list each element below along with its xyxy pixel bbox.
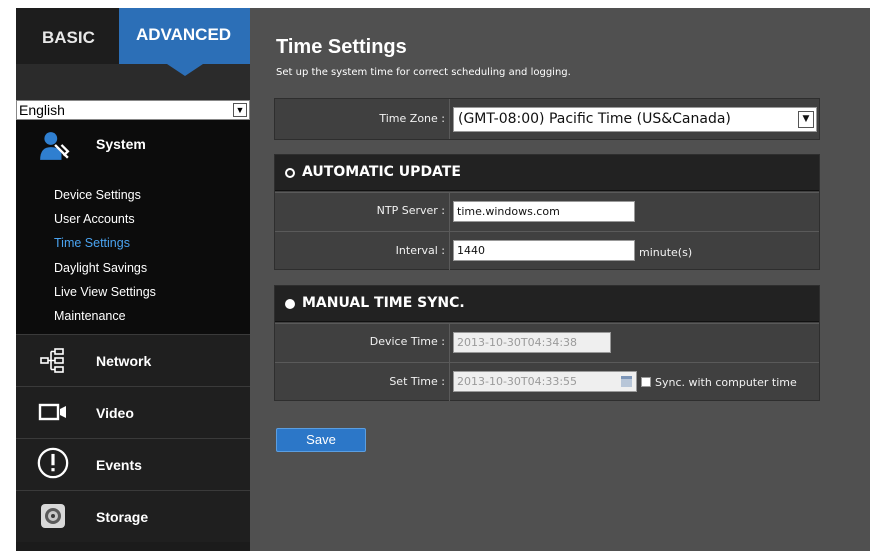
manual-sync-section: MANUAL TIME SYNC. Device Time : 2013-10-… [274, 285, 820, 401]
ntp-server-row: NTP Server : time.windows.com [275, 192, 819, 231]
sync-checkbox[interactable] [641, 377, 651, 387]
page-subtitle: Set up the system time for correct sched… [276, 67, 571, 78]
device-time-input: 2013-10-30T04:34:38 [453, 332, 611, 353]
chevron-down-icon: ▼ [233, 103, 247, 117]
submenu-maintenance[interactable]: Maintenance [54, 309, 126, 323]
sidebar-item-storage-label: Storage [96, 509, 149, 525]
tab-basic[interactable]: BASIC [16, 8, 119, 64]
language-select[interactable]: English ▼ [16, 100, 250, 120]
chevron-down-icon: ▼ [798, 111, 814, 128]
system-icon [40, 132, 70, 160]
submenu-daylight-savings[interactable]: Daylight Savings [54, 261, 147, 275]
calendar-icon[interactable] [621, 376, 632, 387]
timezone-select[interactable]: (GMT-08:00) Pacific Time (US&Canada) ▼ [453, 107, 817, 132]
automatic-update-radio[interactable] [285, 168, 295, 178]
set-time-value: 2013-10-30T04:33:55 [457, 375, 578, 388]
active-tab-pointer [167, 64, 203, 76]
sidebar: BASIC ADVANCED English ▼ System Device S… [16, 8, 250, 551]
submenu-user-accounts[interactable]: User Accounts [54, 212, 135, 226]
set-time-input[interactable]: 2013-10-30T04:33:55 [453, 371, 637, 392]
submenu-device-settings[interactable]: Device Settings [54, 188, 141, 202]
app-frame: BASIC ADVANCED English ▼ System Device S… [16, 8, 870, 551]
alert-icon [37, 447, 69, 479]
set-time-label: Set Time : [389, 375, 445, 388]
divider [449, 99, 450, 139]
automatic-update-header: AUTOMATIC UPDATE [275, 155, 819, 191]
submenu-time-settings[interactable]: Time Settings [54, 236, 130, 250]
sidebar-item-system[interactable]: System [16, 120, 250, 172]
timezone-label: Time Zone : [379, 112, 445, 125]
sync-checkbox-label: Sync. with computer time [655, 376, 797, 389]
divider [449, 232, 450, 270]
camera-icon [38, 403, 66, 421]
device-time-row: Device Time : 2013-10-30T04:34:38 [275, 323, 819, 362]
manual-sync-radio[interactable] [285, 299, 295, 309]
sidebar-band [16, 64, 250, 100]
divider [449, 193, 450, 231]
timezone-value: (GMT-08:00) Pacific Time (US&Canada) [458, 111, 731, 127]
page-title: Time Settings [276, 36, 407, 58]
interval-label: Interval : [395, 244, 445, 257]
divider [449, 363, 450, 401]
language-value: English [19, 102, 65, 118]
automatic-update-title: AUTOMATIC UPDATE [302, 164, 461, 180]
interval-row: Interval : 1440 minute(s) [275, 231, 819, 270]
interval-unit: minute(s) [639, 246, 693, 259]
submenu-live-view-settings[interactable]: Live View Settings [54, 285, 156, 299]
system-submenu: Device Settings User Accounts Time Setti… [16, 172, 250, 334]
mode-tabs: BASIC ADVANCED [16, 8, 250, 64]
tab-advanced[interactable]: ADVANCED [119, 8, 250, 64]
automatic-update-section: AUTOMATIC UPDATE NTP Server : time.windo… [274, 154, 820, 270]
timezone-box: Time Zone : (GMT-08:00) Pacific Time (US… [274, 98, 820, 140]
save-button[interactable]: Save [276, 428, 366, 452]
sidebar-item-network-label: Network [96, 353, 152, 369]
ntp-server-input[interactable]: time.windows.com [453, 201, 635, 222]
manual-sync-header: MANUAL TIME SYNC. [275, 286, 819, 322]
sidebar-item-system-label: System [96, 136, 146, 152]
ntp-server-label: NTP Server : [376, 204, 445, 217]
storage-icon [41, 504, 65, 528]
sidebar-item-video-label: Video [96, 405, 134, 421]
network-icon [40, 348, 64, 373]
sidebar-item-video[interactable]: Video [16, 386, 250, 438]
manual-sync-title: MANUAL TIME SYNC. [302, 295, 465, 311]
interval-input[interactable]: 1440 [453, 240, 635, 261]
divider [449, 324, 450, 362]
sidebar-item-network[interactable]: Network [16, 334, 250, 386]
sidebar-item-storage[interactable]: Storage [16, 490, 250, 542]
sidebar-item-events-label: Events [96, 457, 142, 473]
sidebar-item-events[interactable]: Events [16, 438, 250, 490]
main-panel: Time Settings Set up the system time for… [250, 8, 870, 551]
device-time-label: Device Time : [369, 335, 445, 348]
set-time-row: Set Time : 2013-10-30T04:33:55 Sync. wit… [275, 362, 819, 401]
